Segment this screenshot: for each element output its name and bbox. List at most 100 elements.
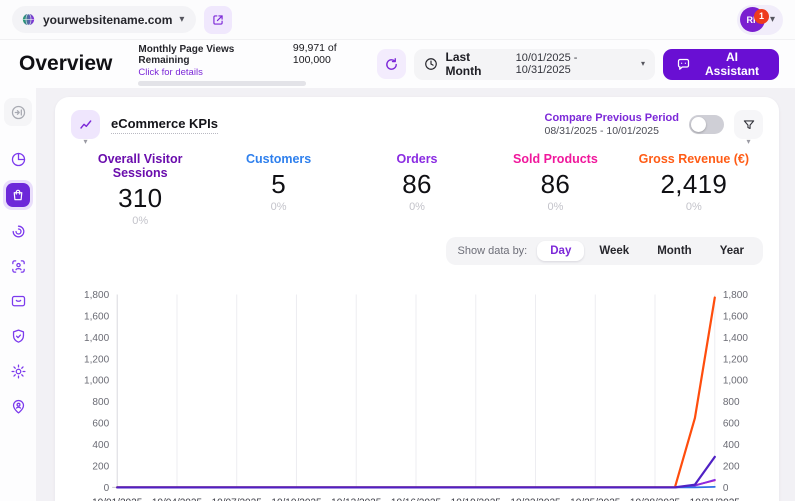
date-range-picker[interactable]: Last Month 10/01/2025 - 10/31/2025 ▾ — [414, 48, 656, 80]
svg-text:10/07/2025: 10/07/2025 — [212, 497, 263, 501]
svg-text:0: 0 — [723, 483, 729, 494]
sidebar-item-locations[interactable] — [4, 392, 32, 420]
svg-text:600: 600 — [723, 419, 740, 430]
svg-text:400: 400 — [92, 440, 109, 451]
tab-day[interactable]: Day — [537, 241, 585, 261]
svg-text:0: 0 — [104, 483, 110, 494]
chevron-down-icon: ▾ — [641, 59, 646, 68]
compare-toggle[interactable] — [689, 115, 724, 134]
kpi-value: 86 — [402, 169, 432, 199]
svg-text:200: 200 — [723, 461, 740, 472]
svg-text:1,200: 1,200 — [84, 354, 110, 365]
tab-year[interactable]: Year — [707, 241, 757, 261]
kpi-label: Gross Revenue (€) — [638, 152, 750, 166]
svg-text:10/25/2025: 10/25/2025 — [570, 497, 621, 501]
pageviews-quota: Monthly Page Views Remaining 99,971 of 1… — [138, 42, 376, 86]
svg-text:10/10/2025: 10/10/2025 — [271, 497, 322, 501]
period-label: Last Month — [445, 50, 482, 78]
refresh-button[interactable] — [376, 49, 407, 79]
tab-week[interactable]: Week — [586, 241, 642, 261]
tab-month[interactable]: Month — [644, 241, 704, 261]
svg-text:1,400: 1,400 — [84, 333, 110, 344]
main-content: ▾ eCommerce KPIs Compare Previous Period… — [36, 88, 795, 501]
pageviews-usage: 99,971 of 100,000 — [292, 42, 337, 66]
chevron-down-icon: ▾ — [746, 137, 751, 146]
sidebar-item-panel-toggle[interactable] — [4, 98, 32, 126]
sidebar-item-security[interactable] — [4, 322, 32, 350]
chat-icon — [676, 57, 691, 72]
sidebar-item-behavior[interactable] — [4, 217, 32, 245]
refresh-icon — [384, 57, 399, 72]
pageviews-details-link[interactable]: Click for details — [138, 67, 376, 78]
sidebar — [0, 88, 36, 501]
kpi-label: Customers — [245, 152, 312, 166]
kpi-label: Overall Visitor Sessions — [97, 152, 183, 180]
granularity-switcher: Show data by: Day Week Month Year — [445, 237, 763, 265]
chevron-down-icon: ▾ — [179, 13, 185, 25]
widget-menu-button[interactable] — [71, 110, 100, 139]
svg-text:10/19/2025: 10/19/2025 — [451, 497, 502, 501]
svg-text:800: 800 — [723, 397, 740, 408]
svg-text:1,800: 1,800 — [84, 290, 110, 301]
chevron-down-icon: ▾ — [769, 13, 775, 25]
user-scan-icon — [10, 258, 27, 275]
kpi-overall-visitor-sessions[interactable]: Overall Visitor Sessions 310 0% — [71, 152, 209, 227]
page-header: Overview Monthly Page Views Remaining 99… — [0, 40, 795, 88]
compare-previous-period-label[interactable]: Compare Previous Period — [545, 112, 680, 124]
svg-text:10/16/2025: 10/16/2025 — [391, 497, 442, 501]
ai-assistant-button[interactable]: AI Assistant — [663, 48, 779, 80]
pageviews-label: Monthly Page Views Remaining — [138, 44, 235, 66]
pie-chart-icon — [10, 151, 27, 168]
svg-text:600: 600 — [92, 419, 109, 430]
kpi-label: Sold Products — [513, 152, 598, 166]
kpi-customers[interactable]: Customers 5 0% — [209, 152, 347, 227]
kpi-delta: 0% — [132, 215, 149, 227]
svg-text:10/31/2025: 10/31/2025 — [690, 497, 741, 501]
svg-text:1,800: 1,800 — [723, 290, 749, 301]
svg-text:1,200: 1,200 — [723, 354, 749, 365]
sidebar-item-audience[interactable] — [4, 252, 32, 280]
open-website-button[interactable] — [204, 5, 233, 34]
ai-assistant-label: AI Assistant — [705, 50, 760, 78]
kpi-value: 5 — [271, 169, 286, 199]
svg-text:400: 400 — [723, 440, 740, 451]
kpi-line-chart[interactable]: 0 0 200 200 400 400 600 600 800 800 1,000 1,000 1,20… — [71, 273, 763, 501]
clock-icon — [424, 57, 438, 71]
svg-text:10/01/2025: 10/01/2025 — [92, 497, 143, 501]
chevron-down-icon: ▾ — [83, 137, 88, 146]
svg-text:1,000: 1,000 — [723, 376, 749, 387]
kpi-sold-products[interactable]: Sold Products 86 0% — [486, 152, 624, 227]
filter-button[interactable] — [734, 110, 763, 139]
shield-icon — [10, 328, 27, 345]
svg-text:1,600: 1,600 — [723, 311, 749, 322]
website-selector[interactable]: yourwebsitename.com ▾ — [12, 6, 197, 33]
line-chart-icon — [78, 117, 94, 133]
notification-badge: 1 — [753, 8, 769, 24]
compare-previous-range: 08/31/2025 - 10/01/2025 — [544, 125, 659, 137]
panel-toggle-icon — [10, 104, 27, 121]
svg-text:200: 200 — [92, 461, 109, 472]
period-range: 10/01/2025 - 10/31/2025 — [515, 52, 578, 76]
sidebar-item-analytics[interactable] — [4, 145, 32, 173]
svg-text:1,600: 1,600 — [84, 311, 110, 322]
sidebar-item-ecommerce[interactable] — [3, 180, 33, 210]
svg-text:1,400: 1,400 — [723, 333, 749, 344]
svg-text:10/28/2025: 10/28/2025 — [630, 497, 681, 501]
gear-icon — [10, 363, 27, 380]
kpi-row: Overall Visitor Sessions 310 0% Customer… — [71, 152, 763, 227]
kpi-value: 86 — [540, 169, 571, 199]
account-menu[interactable]: RF 1 ▾ — [736, 4, 783, 35]
kpi-gross-revenue[interactable]: Gross Revenue (€) 2,419 0% — [625, 152, 763, 227]
card-title: eCommerce KPIs — [111, 116, 218, 134]
kpi-orders[interactable]: Orders 86 0% — [348, 152, 486, 227]
topbar: yourwebsitename.com ▾ RF 1 ▾ — [0, 0, 795, 40]
svg-text:800: 800 — [92, 397, 109, 408]
svg-text:10/22/2025: 10/22/2025 — [510, 497, 561, 501]
svg-text:1,000: 1,000 — [84, 376, 110, 387]
shopping-bag-icon — [11, 188, 25, 202]
funnel-icon — [742, 118, 756, 132]
chart-canvas: 0 0 200 200 400 400 600 600 800 800 1,000 1,000 1,20… — [84, 290, 749, 501]
sidebar-item-settings[interactable] — [4, 357, 32, 385]
sidebar-item-feedback[interactable] — [4, 287, 32, 315]
svg-text:10/13/2025: 10/13/2025 — [331, 497, 382, 501]
